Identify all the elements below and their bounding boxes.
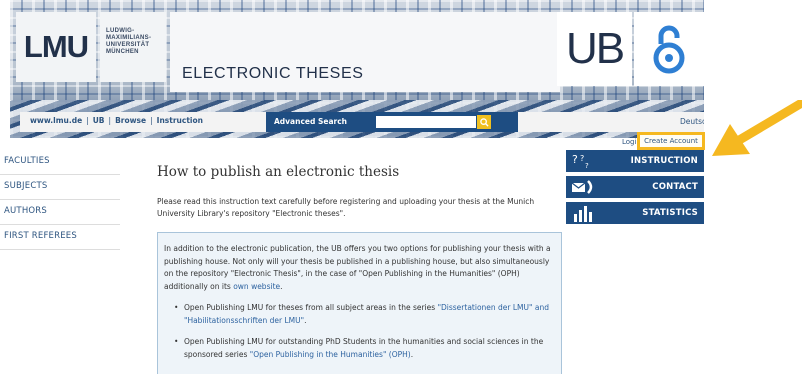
publishing-options-list: Open Publishing LMU for theses from all … bbox=[164, 302, 555, 361]
list-item: Open Publishing LMU for outstanding PhD … bbox=[174, 336, 555, 361]
svg-text:?: ? bbox=[585, 162, 589, 170]
info-paragraph: In addition to the electronic publicatio… bbox=[164, 243, 555, 293]
list-item-text-end: . bbox=[410, 349, 414, 359]
left-nav-item-first-referees[interactable]: FIRST REFEREES bbox=[0, 225, 120, 250]
left-nav: FACULTIES SUBJECTS AUTHORS FIRST REFEREE… bbox=[0, 150, 120, 250]
nav-separator: | bbox=[86, 116, 89, 125]
nav-link-ub[interactable]: UB bbox=[93, 116, 105, 125]
svg-text:?: ? bbox=[572, 153, 578, 166]
left-nav-item-authors[interactable]: AUTHORS bbox=[0, 200, 120, 225]
own-website-link[interactable]: own website bbox=[233, 282, 280, 291]
university-name: LUDWIG- MAXIMILIANS- UNIVERSITÄT MÜNCHEN bbox=[100, 12, 166, 82]
right-nav: ? ? ? INSTRUCTION CONTACT STATISTICS bbox=[566, 150, 704, 228]
search-button[interactable] bbox=[477, 115, 491, 129]
open-access-icon bbox=[634, 12, 704, 86]
bar-chart-icon bbox=[570, 204, 596, 222]
right-nav-statistics[interactable]: STATISTICS bbox=[566, 202, 704, 224]
envelope-phone-icon bbox=[570, 178, 596, 196]
right-nav-label: CONTACT bbox=[652, 182, 698, 192]
university-name-line: MAXIMILIANS- bbox=[106, 35, 152, 41]
left-nav-item-faculties[interactable]: FACULTIES bbox=[0, 150, 120, 175]
list-item-text: Open Publishing LMU for theses from all … bbox=[184, 303, 438, 312]
arrow-icon bbox=[712, 100, 802, 156]
ub-logo-text: UB bbox=[565, 24, 625, 73]
language-link[interactable]: Deutsch bbox=[680, 117, 704, 126]
right-nav-label: INSTRUCTION bbox=[630, 156, 698, 166]
nav-link-browse[interactable]: Browse bbox=[115, 116, 146, 125]
university-name-line: UNIVERSITÄT bbox=[106, 42, 150, 48]
oph-link[interactable]: "Open Publishing in the Humanities" (OPH… bbox=[250, 350, 411, 359]
info-text-end: . bbox=[280, 281, 283, 291]
top-nav-links: www.lmu.de | UB | Browse | Instruction bbox=[30, 116, 203, 125]
search-input[interactable] bbox=[376, 116, 476, 128]
list-item-text-end: . bbox=[304, 315, 307, 325]
university-name-line: MÜNCHEN bbox=[106, 49, 139, 55]
nav-separator: | bbox=[108, 116, 112, 125]
lmu-logo-text: LMU bbox=[23, 29, 89, 64]
university-name-line: LUDWIG- bbox=[106, 28, 135, 34]
right-nav-contact[interactable]: CONTACT bbox=[566, 176, 704, 198]
nav-separator: | bbox=[150, 116, 153, 125]
lmu-logo[interactable]: LMU bbox=[16, 12, 96, 82]
ub-logo[interactable]: UB bbox=[557, 12, 632, 86]
top-nav-bar: www.lmu.de | UB | Browse | Instruction Advance… bbox=[20, 112, 704, 132]
header-banner: LMU LUDWIG- MAXIMILIANS- UNIVERSITÄT MÜN… bbox=[10, 0, 704, 138]
create-account-link[interactable]: Create Account bbox=[637, 132, 705, 150]
list-item: Open Publishing LMU for theses from all … bbox=[174, 302, 555, 327]
search-icon bbox=[479, 117, 489, 127]
info-box: In addition to the electronic publicatio… bbox=[157, 232, 562, 374]
right-nav-label: STATISTICS bbox=[642, 208, 698, 218]
nav-link-lmu[interactable]: www.lmu.de bbox=[30, 116, 82, 125]
nav-link-instruction[interactable]: Instruction bbox=[157, 116, 203, 125]
left-nav-item-subjects[interactable]: SUBJECTS bbox=[0, 175, 120, 200]
intro-text: Please read this instruction text carefu… bbox=[157, 197, 535, 218]
question-icon: ? ? ? bbox=[570, 152, 596, 170]
site-title-panel: ELECTRONIC THESES bbox=[170, 12, 560, 92]
info-text: In addition to the electronic publicatio… bbox=[164, 244, 551, 291]
advanced-search-link[interactable]: Advanced Search bbox=[274, 117, 347, 126]
right-nav-instruction[interactable]: ? ? ? INSTRUCTION bbox=[566, 150, 704, 172]
page-title: How to publish an electronic thesis bbox=[157, 164, 400, 180]
search-bar: Advanced Search bbox=[266, 112, 518, 132]
svg-text:?: ? bbox=[580, 154, 584, 163]
main-content: How to publish an electronic thesis Plea… bbox=[157, 150, 562, 374]
login-link[interactable]: Logi bbox=[622, 138, 636, 146]
site-title: ELECTRONIC THESES bbox=[182, 65, 364, 82]
